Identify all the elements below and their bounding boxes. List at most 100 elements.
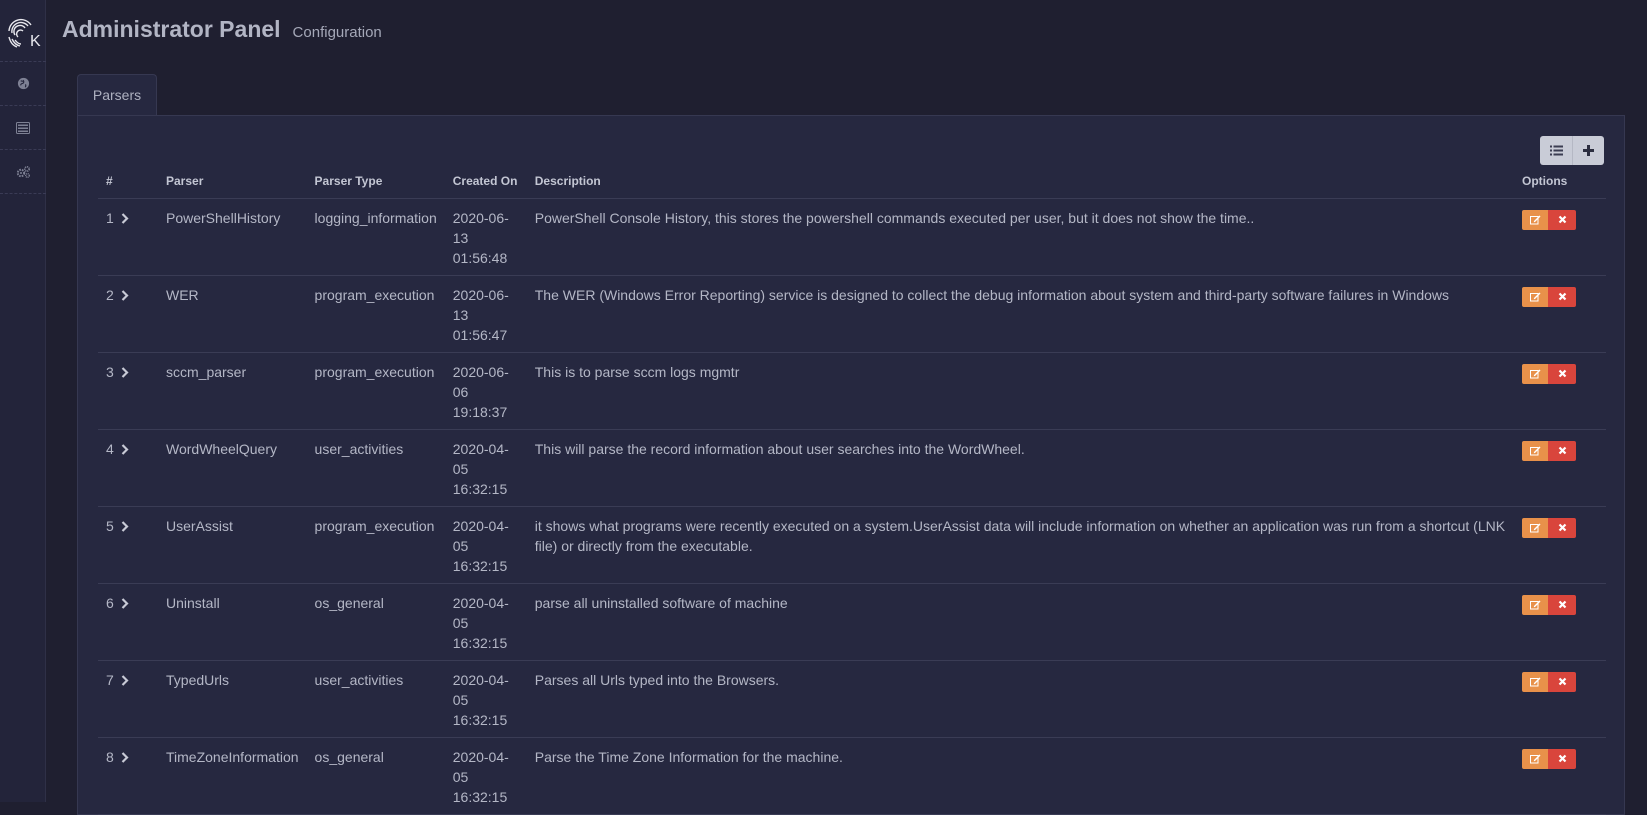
created-on: 2020-06-06 19:18:37 — [444, 352, 527, 430]
created-on: 2020-04-05 16:32:15 — [444, 737, 527, 815]
tab-parsers[interactable]: Parsers — [77, 74, 157, 115]
column-header-number: # — [98, 169, 158, 199]
parser-type: os_general — [306, 583, 445, 661]
options-cell — [1514, 506, 1606, 584]
table-row: 4 WordWheelQuery user_activities 2020-04-05… — [98, 429, 1606, 507]
parser-type: os_general — [306, 737, 445, 815]
parser-type: program_execution — [306, 275, 445, 353]
options-cell — [1514, 583, 1606, 661]
row-number: 7 — [106, 671, 114, 688]
delete-button[interactable] — [1548, 594, 1576, 615]
row-number-cell: 3 — [98, 352, 158, 430]
close-icon — [1558, 446, 1566, 455]
table-row: 8 TimeZoneInformation os_general 2020-04-05… — [98, 737, 1606, 815]
parser-name: sccm_parser — [158, 352, 307, 430]
chevron-right-icon[interactable] — [121, 594, 129, 614]
list-icon — [1549, 145, 1563, 156]
close-icon — [1558, 677, 1566, 686]
options-button-group — [1522, 517, 1576, 538]
chevron-right-icon[interactable] — [121, 209, 129, 229]
created-on: 2020-06-13 01:56:48 — [444, 198, 527, 276]
description: This is to parse sccm logs mgmtr — [526, 352, 1514, 430]
table-row: 2 WER program_execution 2020-06-13 01:56:47… — [98, 275, 1606, 353]
delete-button[interactable] — [1548, 286, 1576, 307]
logo[interactable]: K — [0, 0, 46, 62]
chevron-right-icon[interactable] — [121, 440, 129, 460]
chevron-right-icon[interactable] — [121, 363, 129, 383]
edit-icon — [1529, 446, 1540, 455]
description: This will parse the record information a… — [526, 429, 1514, 507]
chevron-right-icon[interactable] — [121, 671, 129, 691]
delete-button[interactable] — [1548, 748, 1576, 769]
edit-button[interactable] — [1522, 209, 1548, 230]
edit-icon — [1529, 523, 1540, 532]
table-row: 1 PowerShellHistory logging_information 202… — [98, 198, 1606, 276]
add-parser-button[interactable] — [1572, 136, 1604, 165]
delete-button[interactable] — [1548, 440, 1576, 461]
column-header-parser-type: Parser Type — [306, 169, 445, 199]
table-row: 7 TypedUrls user_activities 2020-04-05 16:3… — [98, 660, 1606, 738]
options-cell — [1514, 198, 1606, 276]
options-cell — [1514, 275, 1606, 353]
column-header-options: Options — [1514, 169, 1606, 199]
close-icon — [1558, 215, 1566, 224]
created-on: 2020-04-05 16:32:15 — [444, 506, 527, 584]
row-number-cell: 8 — [98, 737, 158, 815]
edit-icon — [1529, 600, 1540, 609]
options-button-group — [1522, 209, 1576, 230]
close-icon — [1558, 369, 1566, 378]
close-icon — [1558, 523, 1566, 532]
edit-button[interactable] — [1522, 671, 1548, 692]
edit-button[interactable] — [1522, 286, 1548, 307]
edit-button[interactable] — [1522, 440, 1548, 461]
sidebar: K — [0, 0, 46, 802]
table-toolbar — [1540, 136, 1604, 165]
delete-button[interactable] — [1548, 209, 1576, 230]
row-number: 6 — [106, 594, 114, 611]
edit-button[interactable] — [1522, 517, 1548, 538]
plus-icon — [1583, 145, 1594, 156]
description: it shows what programs were recently exe… — [526, 506, 1514, 584]
options-button-group — [1522, 748, 1576, 769]
delete-button[interactable] — [1548, 363, 1576, 384]
edit-icon — [1529, 369, 1540, 378]
fingerprint-logo-icon: K — [8, 18, 41, 50]
options-button-group — [1522, 440, 1576, 461]
sidebar-item-settings[interactable] — [0, 150, 46, 194]
edit-icon — [1529, 677, 1540, 686]
page-header: Administrator Panel Configuration — [62, 16, 382, 43]
chevron-right-icon[interactable] — [121, 748, 129, 768]
row-number: 1 — [106, 209, 114, 226]
edit-button[interactable] — [1522, 363, 1548, 384]
list-view-button[interactable] — [1540, 136, 1572, 165]
edit-button[interactable] — [1522, 748, 1548, 769]
chevron-right-icon[interactable] — [121, 517, 129, 537]
delete-button[interactable] — [1548, 517, 1576, 538]
options-cell — [1514, 429, 1606, 507]
close-icon — [1558, 292, 1566, 301]
parser-name: UserAssist — [158, 506, 307, 584]
chevron-right-icon[interactable] — [121, 286, 129, 306]
column-header-created-on: Created On — [444, 169, 527, 199]
parser-name: WordWheelQuery — [158, 429, 307, 507]
sidebar-item-globe[interactable] — [0, 62, 46, 106]
delete-button[interactable] — [1548, 671, 1576, 692]
parser-name: TypedUrls — [158, 660, 307, 738]
description: parse all uninstalled software of machin… — [526, 583, 1514, 661]
edit-icon — [1529, 215, 1540, 224]
edit-icon — [1529, 754, 1540, 763]
created-on: 2020-04-05 16:32:15 — [444, 583, 527, 661]
close-icon — [1558, 754, 1566, 763]
column-header-parser: Parser — [158, 169, 307, 199]
row-number: 3 — [106, 363, 114, 380]
parser-type: program_execution — [306, 352, 445, 430]
svg-text:K: K — [30, 33, 41, 50]
row-number-cell: 2 — [98, 275, 158, 353]
column-header-description: Description — [526, 169, 1514, 199]
row-number-cell: 1 — [98, 198, 158, 276]
row-number: 2 — [106, 286, 114, 303]
edit-button[interactable] — [1522, 594, 1548, 615]
sidebar-item-list[interactable] — [0, 106, 46, 150]
row-number: 4 — [106, 440, 114, 457]
parser-name: PowerShellHistory — [158, 198, 307, 276]
